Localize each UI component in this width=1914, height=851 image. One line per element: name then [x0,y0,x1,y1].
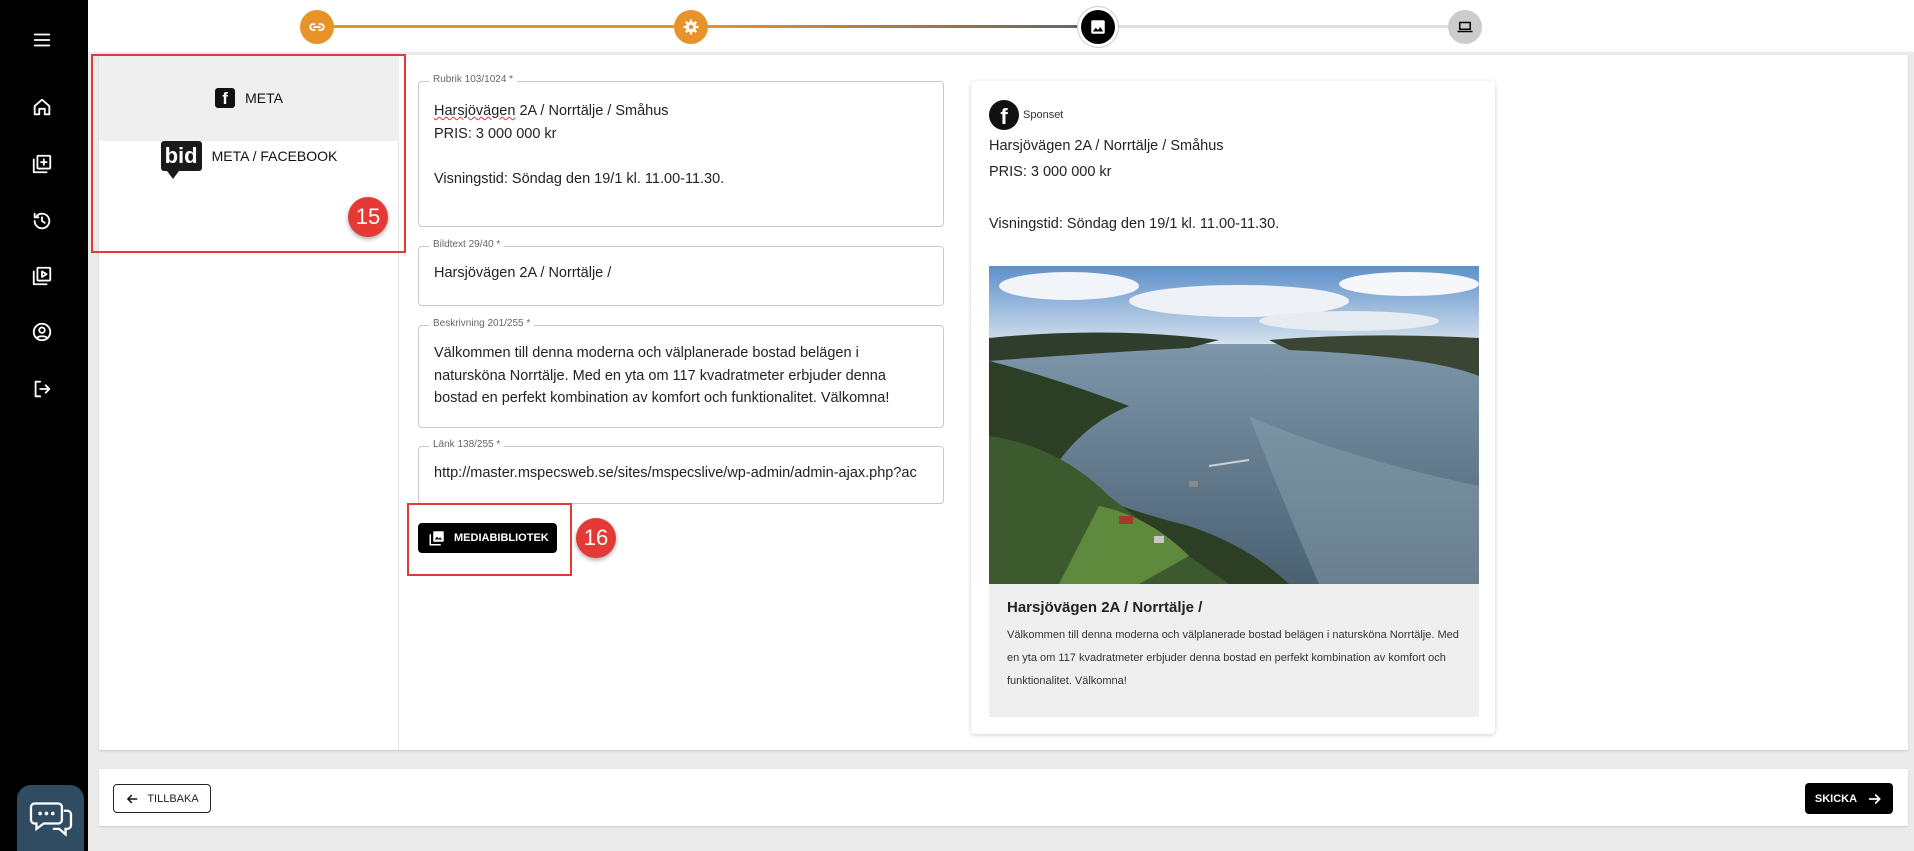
preview-text: Harsjövägen 2A / Norrtälje / Småhus PRIS… [989,138,1280,232]
laptop-icon [1457,21,1473,33]
add-library-icon[interactable] [28,150,56,178]
channel-meta-facebook-label: META / FACEBOOK [211,148,338,164]
preview-card-footer: Harsjövägen 2A / Norrtälje / Välkommen t… [989,584,1479,717]
home-icon[interactable] [28,93,56,121]
gear-icon [683,19,699,35]
lank-input[interactable] [419,447,943,495]
step-preview[interactable] [1448,10,1482,44]
lank-field[interactable]: Länk 138/255 * [418,439,944,504]
rubrik-label: Rubrik 103/1024 * [429,74,518,85]
send-button[interactable]: SKICKA [1805,783,1893,814]
chat-button[interactable] [17,785,84,851]
rubrik-value[interactable]: Harsjövägen 2A / Norrtälje / Småhus PRIS… [419,82,943,200]
beskrivning-field[interactable]: Beskrivning 201/255 * Välkommen till den… [418,318,944,428]
facebook-logo-icon: f [989,100,1019,130]
stepper-line-pending [1118,25,1448,28]
spellcheck-word: Harsjövägen [434,103,516,119]
bottom-bar: TILLBAKA SKICKA [99,769,1908,826]
channel-meta-label: META [245,90,283,106]
stepper [88,0,1914,52]
lank-label: Länk 138/255 * [429,439,505,450]
menu-icon[interactable] [28,26,56,54]
account-icon[interactable] [28,318,56,346]
media-library-button[interactable]: MEDIABIBLIOTEK [418,523,557,553]
preview-card-description: Välkommen till denna moderna och välplan… [1007,629,1459,687]
bildtext-label: Bildtext 29/40 * [429,239,505,250]
annotation-badge-15: 15 [348,197,388,237]
media-library-label: MEDIABIBLIOTEK [454,532,549,544]
chat-bubbles-icon [29,802,72,837]
logout-icon[interactable] [28,375,56,403]
beskrivning-label: Beskrivning 201/255 * [429,318,535,329]
image-icon [1091,20,1105,34]
link-icon [309,23,325,31]
video-library-icon[interactable] [28,262,56,290]
history-icon[interactable] [28,207,56,235]
step-settings[interactable] [674,10,708,44]
facebook-icon: f [215,88,236,108]
preview-header: f Sponset [989,100,1063,130]
bildtext-input[interactable] [419,247,943,295]
preview-image [989,266,1479,584]
bildtext-field[interactable]: Bildtext 29/40 * [418,239,944,306]
ad-preview: f Sponset Harsjövägen 2A / Norrtälje / S… [971,81,1495,734]
bid-logo: bid [160,141,202,179]
stepper-line-progress [708,25,1078,28]
step-link[interactable] [300,10,334,44]
channel-meta-facebook[interactable]: bid META / FACEBOOK [99,113,399,199]
rubrik-field[interactable]: Rubrik 103/1024 * Harsjövägen 2A / Norrt… [418,74,944,227]
back-button[interactable]: TILLBAKA [113,784,211,813]
beskrivning-value[interactable]: Välkommen till denna moderna och välplan… [419,326,943,420]
back-button-label: TILLBAKA [147,792,199,805]
send-button-label: SKICKA [1814,792,1858,805]
arrow-left-icon [127,794,138,803]
sponsored-label: Sponset [1023,109,1064,121]
arrow-right-icon [1868,793,1881,804]
photo-library-icon [429,531,444,546]
channel-list: f META bid META / FACEBOOK [99,55,399,750]
annotation-badge-16: 16 [576,518,616,558]
step-image[interactable] [1081,10,1115,44]
sidebar [0,0,88,851]
stepper-line-done [304,25,708,28]
preview-card-title: Harsjövägen 2A / Norrtälje / [1007,599,1203,616]
